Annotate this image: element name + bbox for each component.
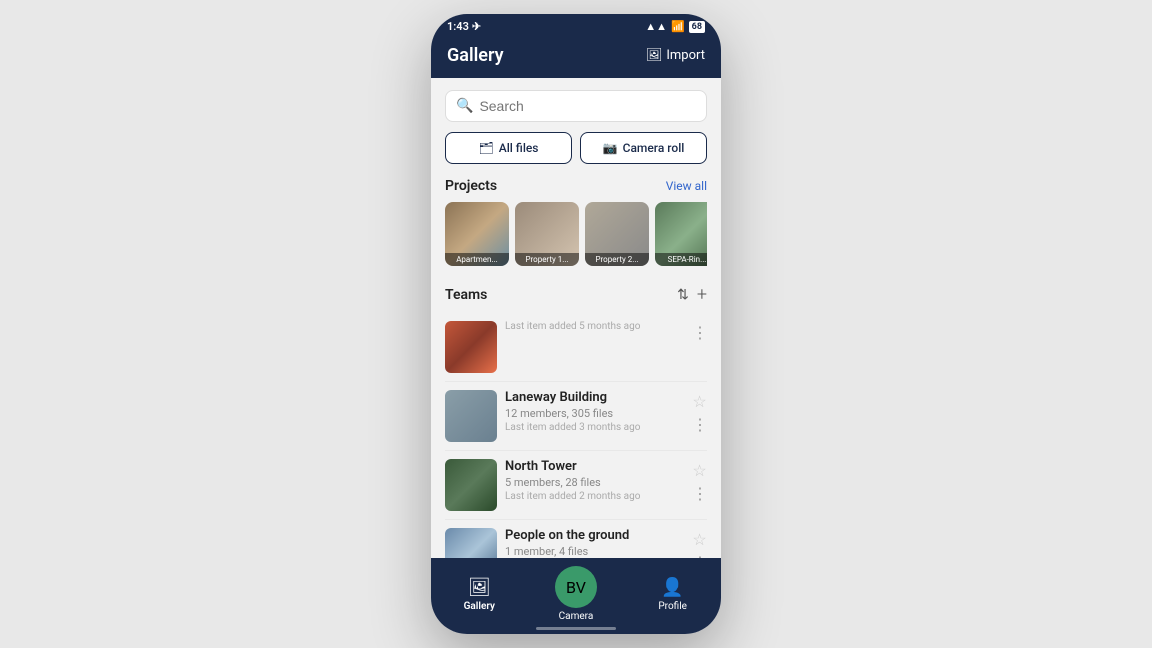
more-options-icon[interactable]: ⋮	[692, 323, 707, 342]
signal-icon: ▲▲	[645, 20, 667, 33]
projects-section-header: Projects View all	[445, 178, 707, 194]
gallery-nav-label: Gallery	[464, 601, 495, 612]
gallery-title: Gallery	[447, 45, 504, 66]
project-label-sepa: SEPA-Rin...	[655, 253, 707, 266]
camera-roll-icon: 📷	[603, 141, 618, 155]
team-members-files: 12 members, 305 files	[505, 407, 684, 420]
import-icon: 🖼	[646, 48, 663, 63]
tab-all-files[interactable]: 🗂 All files	[445, 132, 572, 164]
status-right: ▲▲ 📶 68	[645, 20, 705, 33]
nav-item-camera[interactable]: BV Camera	[546, 566, 606, 622]
tab-camera-roll[interactable]: 📷 Camera roll	[580, 132, 707, 164]
team-last-item: Last item added 3 months ago	[505, 422, 684, 433]
all-files-label: All files	[499, 141, 539, 155]
project-thumb-sepa[interactable]: SEPA-Rin...	[655, 202, 707, 266]
time-display: 1:43	[447, 20, 469, 33]
team-item-actions: ☆ ⋮	[692, 528, 707, 558]
main-content: 🔍 🗂 All files 📷 Camera roll Projects Vie…	[431, 78, 721, 558]
filter-tabs: 🗂 All files 📷 Camera roll	[445, 132, 707, 164]
projects-grid: Apartmen... Property 1... Property 2... …	[445, 202, 707, 268]
camera-nav-icon: BV	[566, 578, 586, 597]
view-all-link[interactable]: View all	[666, 179, 707, 193]
list-item: North Tower 5 members, 28 files Last ite…	[445, 451, 707, 520]
status-left: 1:43 ✈	[447, 20, 481, 33]
import-label: Import	[666, 48, 705, 63]
teams-list: Last item added 5 months ago ⋮ Laneway B…	[445, 313, 707, 558]
search-input[interactable]	[479, 98, 696, 114]
team-members-files: 5 members, 28 files	[505, 476, 684, 489]
team-item-actions: ☆ ⋮	[692, 459, 707, 503]
project-label-apartment: Apartmen...	[445, 253, 509, 266]
camera-nav-label: Camera	[559, 611, 594, 622]
team-info: People on the ground 1 member, 4 files L…	[505, 528, 684, 558]
team-info: North Tower 5 members, 28 files Last ite…	[505, 459, 684, 502]
project-thumb-property2[interactable]: Property 2...	[585, 202, 649, 266]
sort-icon[interactable]: ⇅	[677, 287, 689, 303]
import-button[interactable]: 🖼 Import	[646, 48, 705, 63]
wifi-icon: 📶	[671, 20, 685, 33]
project-thumb-apartment[interactable]: Apartmen...	[445, 202, 509, 266]
team-thumbnail[interactable]	[445, 321, 497, 373]
more-options-icon[interactable]: ⋮	[692, 484, 707, 503]
search-bar[interactable]: 🔍	[445, 90, 707, 122]
teams-title: Teams	[445, 287, 487, 303]
list-item: Last item added 5 months ago ⋮	[445, 313, 707, 382]
profile-nav-label: Profile	[658, 601, 687, 612]
team-members-files: 1 member, 4 files	[505, 545, 684, 558]
team-thumbnail[interactable]	[445, 390, 497, 442]
camera-button[interactable]: BV	[555, 566, 597, 608]
camera-roll-label: Camera roll	[623, 141, 685, 155]
status-bar: 1:43 ✈ ▲▲ 📶 68	[431, 14, 721, 37]
star-icon[interactable]: ☆	[692, 530, 706, 549]
project-label-property2: Property 2...	[585, 253, 649, 266]
team-item-actions: ⋮	[692, 321, 707, 342]
search-icon: 🔍	[456, 98, 473, 114]
team-name: Laneway Building	[505, 390, 684, 405]
nav-item-gallery[interactable]: 🖼 Gallery	[449, 577, 509, 612]
battery-display: 68	[689, 21, 705, 33]
team-last-item: Last item added 2 months ago	[505, 491, 684, 502]
list-item: Laneway Building 12 members, 305 files L…	[445, 382, 707, 451]
team-info: Last item added 5 months ago	[505, 321, 684, 332]
project-label-property1: Property 1...	[515, 253, 579, 266]
team-info: Laneway Building 12 members, 305 files L…	[505, 390, 684, 433]
star-icon[interactable]: ☆	[692, 392, 706, 411]
location-icon: ✈	[472, 20, 481, 33]
phone-frame: 1:43 ✈ ▲▲ 📶 68 Gallery 🖼 Import 🔍 🗂 All …	[431, 14, 721, 634]
project-thumb-property1[interactable]: Property 1...	[515, 202, 579, 266]
teams-section-header: Teams ⇅ +	[445, 284, 707, 305]
team-thumbnail[interactable]	[445, 459, 497, 511]
team-name: North Tower	[505, 459, 684, 474]
all-files-icon: 🗂	[479, 141, 494, 155]
star-icon[interactable]: ☆	[692, 461, 706, 480]
home-indicator	[536, 627, 616, 630]
team-item-actions: ☆ ⋮	[692, 390, 707, 434]
add-team-button[interactable]: +	[697, 284, 707, 305]
teams-actions: ⇅ +	[677, 284, 707, 305]
list-item: People on the ground 1 member, 4 files L…	[445, 520, 707, 558]
profile-nav-icon: 👤	[661, 577, 683, 598]
team-thumbnail[interactable]	[445, 528, 497, 558]
team-name: People on the ground	[505, 528, 684, 543]
gallery-nav-icon: 🖼	[468, 577, 491, 598]
bottom-navigation: 🖼 Gallery BV Camera 👤 Profile	[431, 558, 721, 634]
more-options-icon[interactable]: ⋮	[692, 415, 707, 434]
projects-title: Projects	[445, 178, 497, 194]
app-header: Gallery 🖼 Import	[431, 37, 721, 78]
nav-item-profile[interactable]: 👤 Profile	[643, 577, 703, 612]
team-last-item: Last item added 5 months ago	[505, 321, 684, 332]
